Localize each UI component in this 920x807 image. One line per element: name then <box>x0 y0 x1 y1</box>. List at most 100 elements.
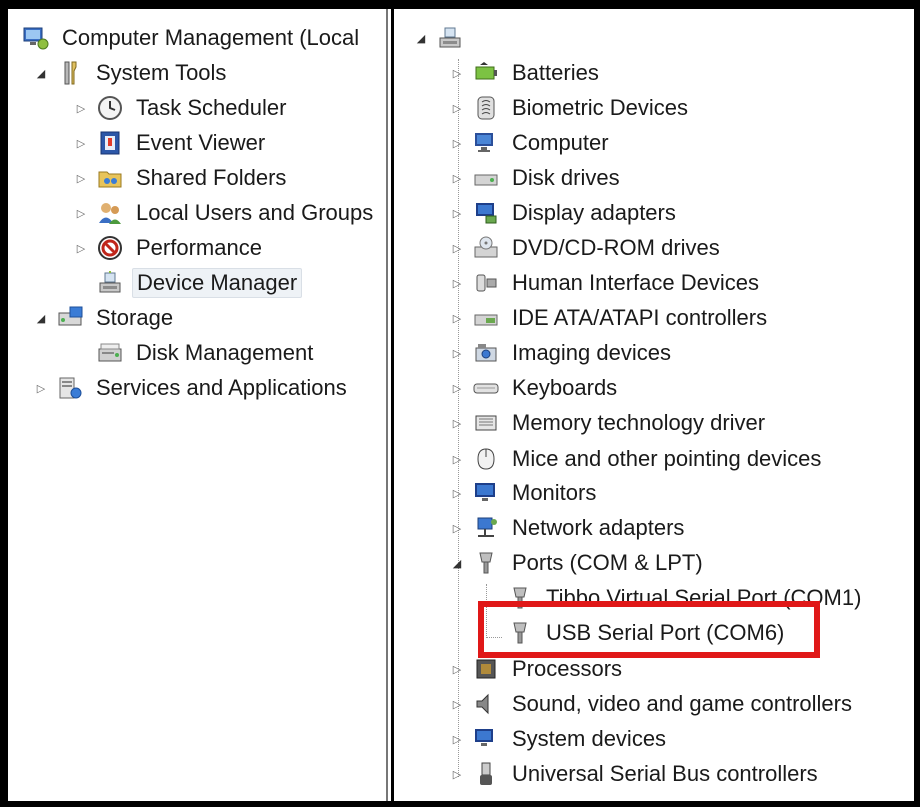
expand-arrow-icon[interactable]: ▷ <box>450 101 464 115</box>
network-adapter-icon <box>472 514 500 542</box>
memory-icon <box>472 409 500 437</box>
device-category-network-adapters[interactable]: ▷ Network adapters <box>450 513 688 543</box>
expand-arrow-icon[interactable]: ▷ <box>450 486 464 500</box>
expand-arrow-icon[interactable]: ▷ <box>450 241 464 255</box>
expand-arrow-icon[interactable]: ▷ <box>450 697 464 711</box>
device-category-monitors[interactable]: ▷ Monitors <box>450 478 600 508</box>
expand-arrow-icon[interactable]: ▷ <box>450 381 464 395</box>
device-category-dvd-cd-rom-drives[interactable]: ▷ DVD/CD-ROM drives <box>450 233 724 263</box>
device-manager-icon <box>96 269 124 297</box>
users-icon <box>96 199 124 227</box>
device-tree-root[interactable]: ◢ <box>414 23 472 53</box>
device-category-memory-technology-driver[interactable]: ▷ Memory technology driver <box>450 408 769 438</box>
tree-label: Mice and other pointing devices <box>512 446 822 471</box>
expand-arrow-icon[interactable]: ▷ <box>450 346 464 360</box>
device-tree-pane: ◢ ▷ Batteries ▷ Biometric Devices ▷ Computer ▷… <box>394 9 914 801</box>
device-category-ide-ata-atapi-controllers[interactable]: ▷ IDE ATA/ATAPI controllers <box>450 303 771 333</box>
hid-icon <box>472 269 500 297</box>
device-category-processors[interactable]: ▷ Processors <box>450 654 626 684</box>
expand-arrow-icon[interactable]: ▷ <box>74 206 88 220</box>
expand-arrow-icon[interactable]: ▷ <box>450 311 464 325</box>
tree-label: Human Interface Devices <box>512 270 759 295</box>
tree-label: Device Manager <box>132 268 303 298</box>
tree-label: Performance <box>136 235 262 260</box>
expand-arrow-icon[interactable]: ▷ <box>450 767 464 781</box>
tree-label: Disk Management <box>136 340 314 365</box>
tree-item-storage[interactable]: ◢ Storage <box>34 303 177 333</box>
device-category-imaging-devices[interactable]: ▷ Imaging devices <box>450 338 675 368</box>
tree-item-system-tools[interactable]: ◢ System Tools <box>34 58 230 88</box>
expand-arrow-icon[interactable]: ▷ <box>34 381 48 395</box>
device-category-biometric-devices[interactable]: ▷ Biometric Devices <box>450 93 692 123</box>
tree-item-local-users[interactable]: ▷ Local Users and Groups <box>74 198 377 228</box>
expand-arrow-icon[interactable]: ▷ <box>450 452 464 466</box>
battery-icon <box>472 59 500 87</box>
device-category-sound-video-and-game-controllers[interactable]: ▷ Sound, video and game controllers <box>450 689 856 719</box>
tree-label: System Tools <box>96 60 227 85</box>
tree-item-shared-folders[interactable]: ▷ Shared Folders <box>74 163 290 193</box>
expand-arrow-icon[interactable]: ▷ <box>450 66 464 80</box>
clock-icon <box>96 94 124 122</box>
tree-label: Computer Management (Local <box>62 25 360 50</box>
computer-icon <box>472 129 500 157</box>
tree-label: Event Viewer <box>136 130 266 155</box>
tree-item-services[interactable]: ▷ Services and Applications <box>34 373 351 403</box>
device-category-batteries[interactable]: ▷ Batteries <box>450 58 603 88</box>
expand-arrow-icon[interactable]: ▷ <box>74 171 88 185</box>
port-icon <box>472 549 500 577</box>
tree-item-disk-management[interactable]: Disk Management <box>96 338 317 368</box>
device-category-ports-com-lpt[interactable]: ◢ Ports (COM & LPT) <box>450 548 707 578</box>
tree-label: DVD/CD-ROM drives <box>512 235 720 260</box>
tree-label: Batteries <box>512 60 599 85</box>
device-category-mice-and-other-pointing-devices[interactable]: ▷ Mice and other pointing devices <box>450 444 825 474</box>
pane-splitter[interactable] <box>382 9 394 801</box>
expand-arrow-icon[interactable]: ▷ <box>450 206 464 220</box>
tree-label: Ports (COM & LPT) <box>512 550 703 575</box>
system-device-icon <box>472 725 500 753</box>
dvd-drive-icon <box>472 234 500 262</box>
expand-arrow-icon[interactable]: ▷ <box>74 101 88 115</box>
monitor-icon <box>472 479 500 507</box>
device-category-keyboards[interactable]: ▷ Keyboards <box>450 373 621 403</box>
console-tree-pane: Computer Management (Local ◢ System Tool… <box>8 9 382 801</box>
device-category-disk-drives[interactable]: ▷ Disk drives <box>450 163 624 193</box>
tree-label: IDE ATA/ATAPI controllers <box>512 305 768 330</box>
tree-label: Task Scheduler <box>136 95 287 120</box>
tree-label: Imaging devices <box>512 340 671 365</box>
device-category-display-adapters[interactable]: ▷ Display adapters <box>450 198 680 228</box>
display-adapter-icon <box>472 199 500 227</box>
computer-management-icon <box>22 24 50 52</box>
tree-label: System devices <box>512 726 667 751</box>
collapse-arrow-icon[interactable]: ◢ <box>414 31 428 45</box>
expand-arrow-icon[interactable]: ▷ <box>450 276 464 290</box>
collapse-arrow-icon[interactable]: ◢ <box>34 311 48 325</box>
expand-arrow-icon[interactable]: ▷ <box>450 662 464 676</box>
tree-label: Keyboards <box>512 375 618 400</box>
expand-arrow-icon[interactable]: ▷ <box>450 136 464 150</box>
system-tools-icon <box>56 59 84 87</box>
tree-item-device-manager[interactable]: Device Manager <box>96 268 303 298</box>
expand-arrow-icon[interactable]: ▷ <box>74 241 88 255</box>
tree-label: Disk drives <box>512 165 620 190</box>
collapse-arrow-icon[interactable]: ◢ <box>34 66 48 80</box>
tree-item-event-viewer[interactable]: ▷ Event Viewer <box>74 128 269 158</box>
tree-label: Computer <box>512 130 609 155</box>
expand-arrow-icon[interactable]: ▷ <box>450 732 464 746</box>
device-category-human-interface-devices[interactable]: ▷ Human Interface Devices <box>450 268 763 298</box>
device-category-universal-serial-bus-controllers[interactable]: ▷ Universal Serial Bus controllers <box>450 759 822 789</box>
tree-item-computer-management[interactable]: Computer Management (Local <box>22 23 363 53</box>
tree-label: Storage <box>96 305 174 330</box>
expand-arrow-icon[interactable]: ▷ <box>450 416 464 430</box>
tree-label: Network adapters <box>512 515 685 540</box>
expand-arrow-icon[interactable]: ▷ <box>74 136 88 150</box>
expand-arrow-icon[interactable]: ▷ <box>450 171 464 185</box>
tree-item-task-scheduler[interactable]: ▷ Task Scheduler <box>74 93 290 123</box>
expand-arrow-icon[interactable]: ▷ <box>450 521 464 535</box>
device-category-computer[interactable]: ▷ Computer <box>450 128 613 158</box>
ide-controller-icon <box>472 304 500 332</box>
computer-root-icon <box>436 24 464 52</box>
tree-item-performance[interactable]: ▷ Performance <box>74 233 266 263</box>
device-category-system-devices[interactable]: ▷ System devices <box>450 724 670 754</box>
tree-label: Universal Serial Bus controllers <box>512 761 818 786</box>
collapse-arrow-icon[interactable]: ◢ <box>450 556 464 570</box>
